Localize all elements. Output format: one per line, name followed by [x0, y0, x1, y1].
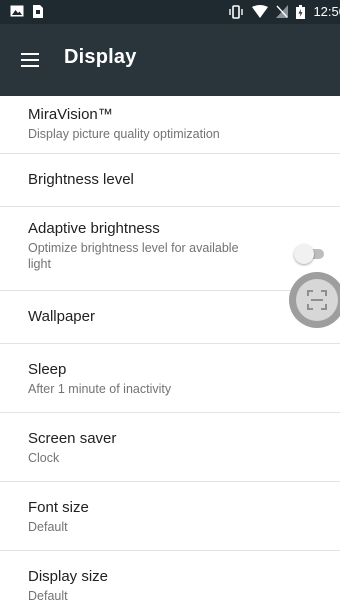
settings-list: MiraVision™ Display picture quality opti… — [0, 96, 340, 601]
image-icon — [10, 5, 24, 18]
switch-thumb — [294, 244, 314, 264]
page-title: Display — [64, 46, 137, 68]
setting-title: Adaptive brightness — [28, 220, 160, 237]
setting-summary: Clock — [28, 451, 60, 465]
setting-summary: Optimize brightness level for available … — [28, 241, 239, 271]
setting-summary: After 1 minute of inactivity — [28, 382, 172, 396]
setting-title: Display size — [28, 568, 109, 585]
setting-title: Sleep — [28, 361, 67, 378]
setting-summary: Display picture quality optimization — [28, 127, 220, 141]
setting-brightness-level[interactable]: Brightness level — [0, 154, 340, 207]
vibrate-icon — [228, 4, 244, 19]
display-settings-screen: 12:50 Display MiraVision™ Display pictur… — [0, 0, 340, 601]
setting-title: Screen saver — [28, 430, 117, 447]
download-icon — [32, 5, 44, 18]
setting-title: MiraVision™ — [28, 106, 113, 123]
status-time: 12:50 — [313, 4, 340, 19]
wifi-icon — [252, 5, 269, 18]
battery-icon — [296, 4, 306, 19]
hamburger-menu-icon[interactable] — [14, 44, 46, 76]
adaptive-brightness-switch[interactable] — [294, 244, 328, 264]
setting-sleep[interactable]: Sleep After 1 minute of inactivity — [0, 344, 340, 413]
setting-title: Wallpaper — [28, 308, 95, 325]
setting-screen-saver[interactable]: Screen saver Clock — [0, 413, 340, 482]
setting-display-size[interactable]: Display size Default — [0, 551, 340, 601]
setting-summary: Default — [28, 520, 68, 534]
setting-title: Font size — [28, 499, 89, 516]
setting-font-size[interactable]: Font size Default — [0, 482, 340, 551]
setting-title: Brightness level — [28, 171, 134, 188]
setting-adaptive-brightness[interactable]: Adaptive brightness Optimize brightness … — [0, 207, 340, 291]
no-signal-icon — [276, 5, 289, 18]
status-bar: 12:50 — [0, 0, 340, 24]
screenshot-capture-icon — [296, 279, 338, 321]
toolbar: Display — [0, 24, 340, 96]
setting-miravision[interactable]: MiraVision™ Display picture quality opti… — [0, 96, 340, 154]
setting-summary: Default — [28, 589, 68, 601]
floating-screenshot-button[interactable] — [289, 272, 340, 328]
